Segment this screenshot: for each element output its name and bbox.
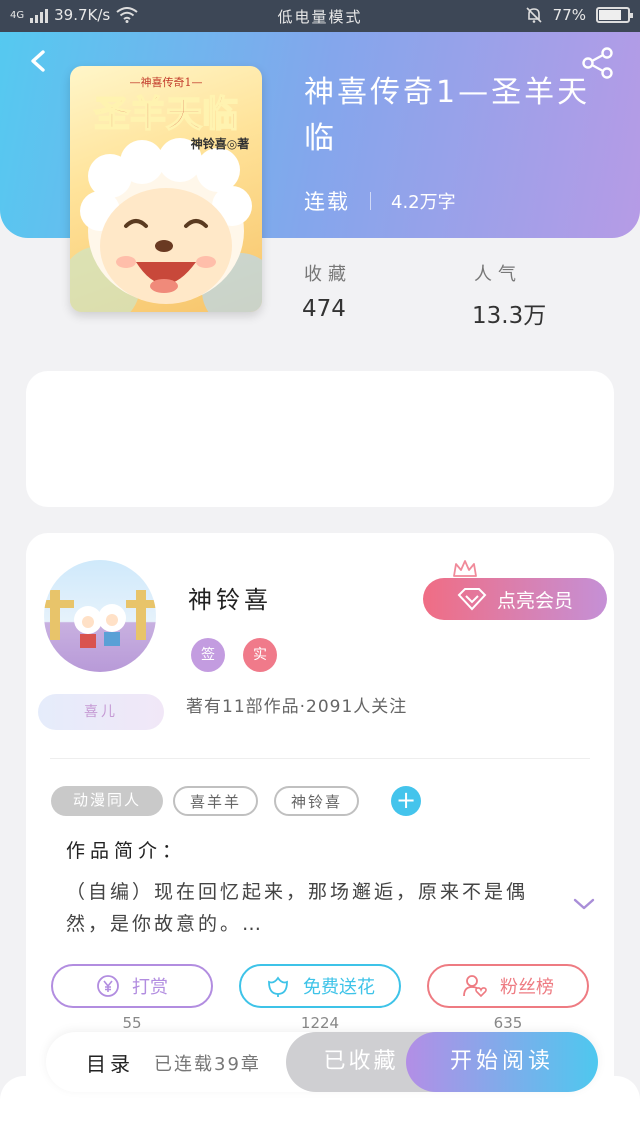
signed-badge: 签 [191,638,225,672]
status-bar: 4G 39.7K/s 低电量模式 77% [0,0,640,32]
fan-ranking-button[interactable]: 粉丝榜 [427,964,589,1008]
send-flower-button[interactable]: 免费送花 [239,964,401,1008]
favorites-label: 收藏 [304,264,352,285]
tip-button[interactable]: 打赏 [51,964,213,1008]
tip-button-label: 打赏 [132,977,168,998]
popularity-count: 13.3万 [472,303,547,329]
vip-button[interactable]: 点亮会员 [423,578,607,620]
tip-count: 55 [122,1014,142,1032]
cover-illustration: —神喜传奇1— 圣羊天临 神铃喜◎著 [70,75,262,312]
catalog-button[interactable]: 目录 [86,1048,134,1077]
cover-author-text: 神铃喜◎著 [191,136,249,151]
verified-badge: 实 [243,638,277,672]
fan-badge: 喜儿 [38,694,164,730]
user-heart-icon [463,975,487,998]
mute-bell-icon [526,7,542,23]
author-avatar[interactable] [44,560,156,672]
word-count: 4.2万字 [391,192,456,213]
vip-button-label: 点亮会员 [496,589,573,612]
empty-card [26,371,614,507]
intro-text: （自编）现在回忆起来，那场邂逅，原来不是偶然，是你故意的。… [66,881,529,935]
tag-chip[interactable]: 神铃喜 [274,786,359,816]
author-name[interactable]: 神铃喜 [188,580,272,615]
divider [370,192,371,210]
book-title: 神喜传奇1—圣羊天临 [304,75,591,156]
cover-series-text: —神喜传奇1— [130,75,203,89]
send-flower-label: 免费送花 [303,977,375,998]
flower-icon [268,976,288,997]
battery-percent: 77% [552,6,586,24]
fan-count: 635 [493,1014,523,1032]
chapter-count[interactable]: 已连载39章 [154,1050,261,1076]
tag-chip[interactable]: 喜羊羊 [173,786,258,816]
popularity-label: 人气 [474,264,522,285]
serial-info: 连载 4.2万字 [304,186,456,216]
start-reading-button[interactable]: 开始阅读 [406,1032,598,1092]
tag-chip[interactable]: 动漫同人 [51,786,163,816]
avatar-illustration [44,590,156,648]
add-tag-button[interactable]: + [391,786,421,816]
favorites-count: 474 [302,296,346,322]
crown-icon [453,560,477,577]
intro-title: 作品简介： [66,840,187,862]
cover-title-text: 圣羊天临 [94,93,238,135]
yen-coin-icon [97,975,119,997]
section-divider [50,758,590,759]
author-stats: 著有11部作品·2091人关注 [186,697,408,717]
fan-ranking-label: 粉丝榜 [500,977,554,998]
flower-count: 1224 [300,1014,340,1032]
back-arrow-icon[interactable] [22,44,56,78]
battery-icon [596,7,633,23]
serial-status: 连载 [304,190,350,214]
diamond-icon [457,588,487,611]
chevron-down-icon[interactable] [572,896,596,912]
book-cover[interactable]: —神喜传奇1— 圣羊天临 神铃喜◎著 [70,66,262,312]
